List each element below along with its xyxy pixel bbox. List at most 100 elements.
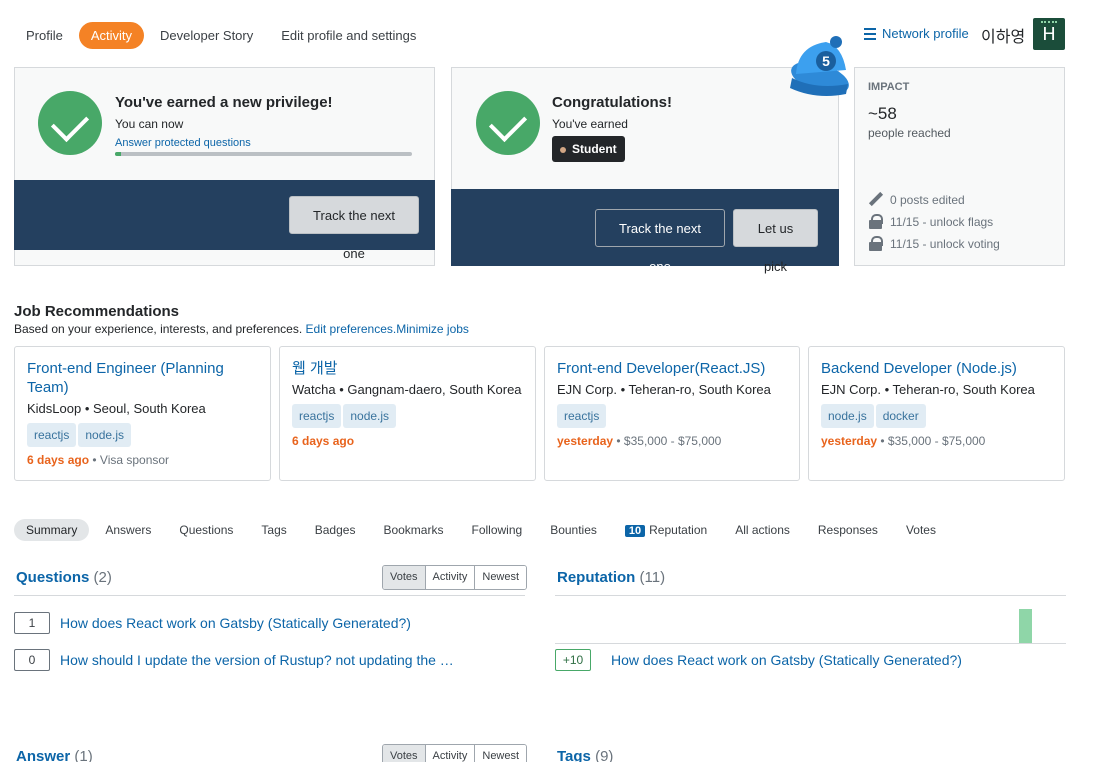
jobs-subtitle-text: Based on your experience, interests, and…: [14, 322, 303, 336]
reputation-graph-bar[interactable]: [1019, 609, 1032, 643]
job-posted: 6 days ago: [292, 434, 355, 448]
privilege-title: You've earned a new privilege!: [115, 94, 333, 111]
job-company: KidsLoop • Seoul, South Korea: [27, 401, 206, 416]
subtab-summary[interactable]: Summary: [14, 519, 90, 541]
impact-row-text: 11/15 - unlock voting: [890, 237, 1000, 251]
tab-activity[interactable]: Activity: [78, 21, 145, 49]
username: 이하영: [981, 29, 1026, 46]
job-card[interactable]: 웹 개발 Watcha • Gangnam-daero, South Korea…: [279, 346, 536, 481]
subtab-responses[interactable]: Responses: [806, 519, 890, 541]
subtab-following[interactable]: Following: [459, 519, 534, 541]
hat-number: 5: [822, 53, 830, 69]
jobs-heading: Job Recommendations: [14, 303, 180, 320]
checkmark-icon: [476, 91, 540, 155]
questions-title[interactable]: Questions: [16, 569, 89, 586]
reputation-title[interactable]: Reputation: [557, 569, 635, 586]
reputation-count: (11): [639, 569, 666, 586]
job-tag[interactable]: node.js: [821, 404, 874, 428]
question-row: 1 How does React work on Gatsby (Statica…: [14, 612, 411, 634]
badge-subtitle: You've earned: [552, 117, 628, 131]
sort-activity[interactable]: Activity: [424, 566, 475, 589]
subtab-answers[interactable]: Answers: [93, 519, 163, 541]
network-profile-link[interactable]: Network profile: [864, 26, 969, 41]
answers-title[interactable]: Answer: [16, 748, 70, 762]
sort-newest[interactable]: Newest: [474, 566, 527, 589]
job-tag[interactable]: node.js: [78, 423, 132, 447]
divider: [14, 595, 525, 596]
lock-icon: [868, 236, 884, 252]
reputation-count-badge: 10: [624, 525, 646, 537]
lock-icon: [868, 214, 884, 230]
job-tag[interactable]: node.js: [343, 404, 397, 428]
divider: [555, 595, 1066, 596]
student-badge[interactable]: Student: [552, 136, 625, 162]
minimize-jobs-link[interactable]: Minimize jobs: [396, 322, 469, 336]
job-tag[interactable]: reactjs: [27, 423, 77, 447]
job-title[interactable]: Front-end Engineer (Planning Team): [27, 359, 258, 397]
job-company: EJN Corp. • Teheran-ro, South Korea: [821, 382, 1035, 397]
job-posted: yesterday: [821, 434, 878, 448]
questions-sort: Votes Activity Newest: [382, 565, 528, 590]
job-title[interactable]: Front-end Developer(React.JS): [557, 359, 787, 378]
activity-subnav: Summary Answers Questions Tags Badges Bo…: [14, 518, 952, 542]
tab-edit-profile[interactable]: Edit profile and settings: [269, 22, 428, 49]
reputation-row: +10 How does React work on Gatsby (Stati…: [555, 649, 962, 671]
tab-profile[interactable]: Profile: [14, 22, 75, 49]
job-tags: reactjs node.js: [292, 404, 398, 428]
let-us-pick-button[interactable]: Let us pick: [733, 209, 818, 274]
job-tag[interactable]: reactjs: [292, 404, 342, 428]
question-link[interactable]: How should I update the version of Rustu…: [60, 652, 454, 668]
job-card[interactable]: Backend Developer (Node.js) EJN Corp. • …: [808, 346, 1065, 481]
edit-preferences-link[interactable]: Edit preferences.: [306, 322, 397, 336]
job-tags: reactjs node.js: [27, 423, 133, 447]
winter-hat-icon: 5: [790, 36, 849, 96]
job-tags: reactjs: [557, 404, 608, 428]
job-meta: 6 days ago • Visa sponsor: [27, 453, 169, 467]
profile-tabs: Profile Activity Developer Story Edit pr…: [14, 20, 432, 50]
network-icon: [864, 27, 876, 40]
tags-title[interactable]: Tags: [557, 748, 591, 762]
sort-votes[interactable]: Votes: [383, 566, 425, 589]
reputation-question-link[interactable]: How does React work on Gatsby (Staticall…: [611, 652, 962, 668]
subtab-votes[interactable]: Votes: [894, 519, 948, 541]
impact-row-edits: 0 posts edited: [868, 192, 965, 208]
job-extra: • Visa sponsor: [89, 453, 170, 467]
job-title[interactable]: Backend Developer (Node.js): [821, 359, 1052, 378]
job-extra: • $35,000 - $75,000: [613, 434, 722, 448]
subtab-reputation-label: Reputation: [649, 523, 708, 537]
sort-votes[interactable]: Votes: [383, 745, 425, 762]
reputation-change: +10: [555, 649, 591, 671]
job-company: Watcha • Gangnam-daero, South Korea: [292, 382, 522, 397]
sort-newest[interactable]: Newest: [474, 745, 527, 762]
subtab-questions[interactable]: Questions: [167, 519, 245, 541]
impact-row-flags: 11/15 - unlock flags: [868, 214, 993, 230]
avatar[interactable]: H: [1033, 18, 1065, 50]
badge-title: Congratulations!: [552, 94, 672, 111]
subtab-bookmarks[interactable]: Bookmarks: [371, 519, 455, 541]
subtab-reputation[interactable]: 10 Reputation: [613, 519, 719, 541]
privilege-subtitle: You can now: [115, 117, 184, 131]
job-card[interactable]: Front-end Engineer (Planning Team) KidsL…: [14, 346, 271, 481]
privilege-progress: [115, 152, 412, 156]
jobs-subtitle: Based on your experience, interests, and…: [14, 322, 469, 336]
job-tag[interactable]: reactjs: [557, 404, 607, 428]
job-card[interactable]: Front-end Developer(React.JS) EJN Corp. …: [544, 346, 800, 481]
impact-row-text: 11/15 - unlock flags: [890, 215, 994, 229]
subtab-bounties[interactable]: Bounties: [538, 519, 609, 541]
subtab-all-actions[interactable]: All actions: [723, 519, 802, 541]
job-title[interactable]: 웹 개발: [292, 359, 523, 378]
job-tag[interactable]: docker: [875, 404, 926, 428]
track-next-button[interactable]: Track the next one: [289, 196, 419, 261]
question-link[interactable]: How does React work on Gatsby (Staticall…: [60, 615, 411, 631]
answers-count: (1): [74, 748, 93, 762]
subtab-badges[interactable]: Badges: [303, 519, 368, 541]
impact-row-voting: 11/15 - unlock voting: [868, 236, 1000, 252]
subtab-tags[interactable]: Tags: [249, 519, 298, 541]
sort-activity[interactable]: Activity: [424, 745, 475, 762]
privilege-link[interactable]: Answer protected questions: [115, 137, 251, 149]
divider: [555, 643, 1066, 644]
tab-developer-story[interactable]: Developer Story: [148, 22, 265, 49]
vote-count: 0: [14, 649, 50, 671]
track-next-button-2[interactable]: Track the next one: [595, 209, 725, 274]
job-tags: node.js docker: [821, 404, 928, 428]
